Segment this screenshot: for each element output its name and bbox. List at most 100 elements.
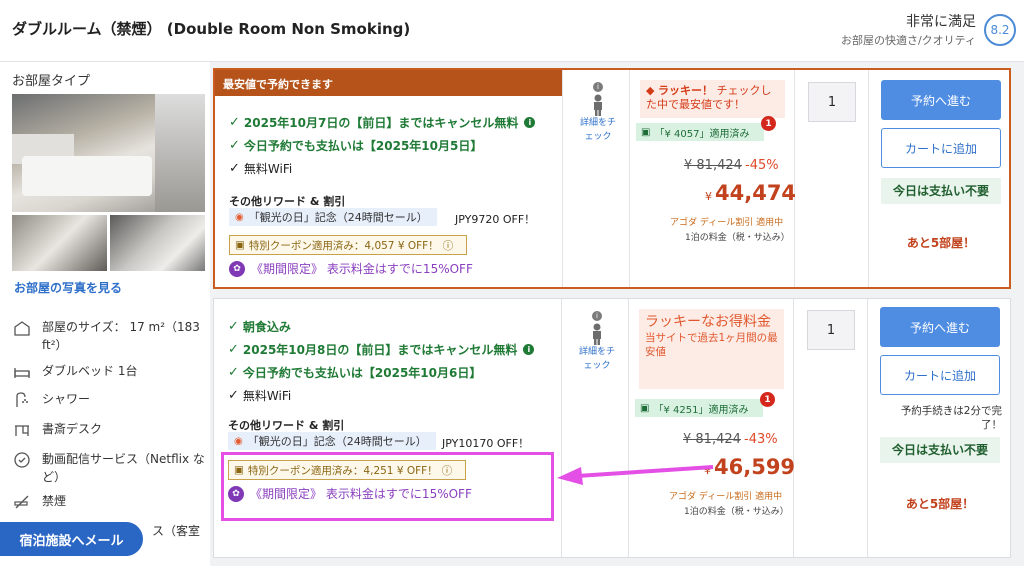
rewards-label: その他リワード & 割引 — [229, 195, 346, 208]
room-offer-page: ダブルルーム（禁煙） (Double Room Non Smoking) 非常に… — [0, 0, 1024, 566]
limited-promo: ✿ 《期間限定》 表示料金はすでに15%OFF — [229, 260, 473, 277]
info-icon: i — [593, 82, 603, 92]
occupancy-info[interactable]: i 詳細をチェック — [577, 82, 619, 144]
room-quantity-select[interactable]: 1 — [807, 310, 855, 350]
rooms-left-note: あと5部屋！ — [905, 497, 975, 511]
final-price: 44,474 — [715, 181, 797, 205]
amenity-streaming: 動画配信サービス（Netflix など） — [12, 450, 207, 486]
check-icon: ✓ — [228, 388, 239, 403]
discount-percent: -43% — [744, 432, 778, 447]
ticket-icon: ▣ — [640, 402, 650, 414]
annotation-arrow-icon — [557, 465, 714, 485]
coupon-applied-badge: ▣ 「¥ 4057」適用済み — [636, 123, 764, 141]
room-size-icon — [12, 318, 32, 338]
info-icon: i — [592, 311, 602, 321]
deal-label: アゴダ ディール割引 適用中 — [669, 492, 783, 502]
view-room-photos-link[interactable]: お部屋の写真を見る — [14, 279, 122, 296]
feature-breakfast: ✓ 朝食込み — [228, 319, 291, 334]
per-night-note: 1泊の料金（税・サ込み） — [685, 233, 790, 243]
coupon-count-badge: 1 — [760, 392, 775, 407]
info-icon[interactable]: ⓘ — [443, 238, 454, 253]
coupon-icon: ▣ — [235, 239, 245, 251]
info-icon[interactable]: ⓘ — [442, 463, 453, 478]
rating-subtitle: お部屋の快適さ/クオリティ — [840, 34, 976, 47]
currency-symbol: ¥ — [705, 190, 712, 203]
sale-icon: ◉ — [235, 211, 244, 223]
occupancy-detail-link[interactable]: 詳細をチェック — [577, 116, 619, 144]
check-icon: ✓ — [229, 138, 240, 153]
add-to-cart-button[interactable]: カートに追加 — [881, 128, 1001, 168]
person-icon — [589, 323, 605, 345]
bed-icon — [12, 362, 32, 382]
final-price: 46,599 — [714, 455, 796, 479]
no-smoking-icon — [12, 492, 32, 512]
original-price: ¥ 81,424 — [683, 432, 741, 447]
book-button[interactable]: 予約へ進む — [881, 80, 1001, 120]
feature-wifi: ✓ 無料WiFi — [228, 388, 292, 403]
per-night-note: 1泊の料金（税・サ込み） — [684, 507, 789, 517]
desk-icon — [12, 420, 32, 440]
streaming-icon — [12, 450, 32, 470]
deal-label: アゴダ ディール割引 適用中 — [670, 218, 784, 228]
occupancy-detail-link[interactable]: 詳細をチェック — [576, 345, 618, 373]
promo-icon: ✿ — [229, 260, 245, 277]
original-price: ¥ 81,424 — [684, 158, 742, 173]
room-photo-main[interactable] — [12, 94, 205, 212]
best-price-banner: 最安値で予約できます — [215, 70, 562, 96]
check-icon: ✓ — [228, 342, 239, 357]
email-property-button[interactable]: 宿泊施設へメール — [0, 522, 143, 556]
reward-tag: ◉ 「観光の日」記念（24時間セール） — [228, 432, 436, 450]
reward-tag: ◉ 「観光の日」記念（24時間セール） — [229, 208, 437, 226]
info-icon[interactable]: i — [523, 344, 535, 355]
amenity-bed: ダブルベッド 1台 — [12, 362, 207, 382]
feature-pay-later: ✓ 今日予約でも支払いは【2025年10月6日】 — [228, 365, 482, 380]
offer-card-2: ✓ 朝食込み ✓ 2025年10月8日の【前日】まではキャンセル無料 i ✓ 今… — [213, 298, 1011, 558]
add-to-cart-button[interactable]: カートに追加 — [880, 355, 1000, 395]
check-icon: ✓ — [229, 161, 240, 176]
info-icon[interactable]: i — [524, 117, 536, 128]
amenity-label: ス（客室 — [152, 524, 201, 538]
amenity-label: 禁煙 — [42, 494, 67, 508]
amenity-label: 動画配信サービス（Netflix など） — [42, 452, 205, 484]
reward-amount: JPY10170 OFF！ — [442, 437, 530, 450]
room-header: ダブルルーム（禁煙） (Double Room Non Smoking) 非常に… — [0, 0, 1024, 62]
amenity-desk: 書斎デスク — [12, 420, 207, 440]
coupon-applied-badge: ▣ 「¥ 4251」適用済み — [635, 399, 763, 417]
amenity-label: シャワー — [42, 392, 91, 406]
offer-card-1: 最安値で予約できます ✓ 2025年10月7日の【前日】まではキャンセル無料 i… — [213, 68, 1011, 289]
coupon-applied-tag: ▣ 特別クーポン適用済み：4,057 ¥ OFF！ ⓘ — [229, 235, 467, 255]
coupon-icon: ▣ — [234, 464, 244, 476]
check-icon: ✓ — [229, 115, 240, 130]
limited-promo: ✿ 《期間限定》 表示料金はすでに15%OFF — [228, 485, 472, 502]
rating-label: 非常に満足 — [906, 14, 976, 30]
promo-icon: ✿ — [228, 485, 244, 502]
sale-icon: ◉ — [234, 435, 243, 447]
amenity-label: ダブルベッド 1台 — [42, 364, 138, 378]
check-icon: ✓ — [228, 365, 239, 380]
amenity-no-smoking: 禁煙 — [12, 492, 207, 512]
room-quantity-select[interactable]: 1 — [808, 82, 856, 122]
coupon-count-badge: 1 — [761, 116, 776, 131]
book-button[interactable]: 予約へ進む — [880, 307, 1000, 347]
shower-icon — [12, 390, 32, 410]
quick-booking-note: 予約手続きは2分で完了！ — [900, 405, 1002, 431]
reward-amount: JPY9720 OFF！ — [455, 213, 536, 226]
discount-percent: -45% — [745, 158, 779, 173]
no-payment-today: 今日は支払い不要 — [880, 437, 1000, 463]
rooms-left-note: あと5部屋！ — [906, 236, 976, 250]
no-payment-today: 今日は支払い不要 — [881, 178, 1001, 204]
person-icon — [590, 94, 606, 116]
lucky-deal-box: ◆ ラッキー！ チェックした中で最安値です！ — [640, 80, 785, 118]
room-info-sidebar: お部屋タイプ お部屋の写真を見る 部屋のサイズ： 17 m²（183 ft²） … — [0, 62, 210, 566]
lucky-deal-box: ラッキーなお得料金 当サイトで過去1ヶ月間の最安値 — [639, 309, 784, 389]
amenity-room-size: 部屋のサイズ： 17 m²（183 ft²） — [12, 318, 207, 354]
amenity-label: 部屋のサイズ： 17 m²（183 ft²） — [42, 320, 200, 352]
occupancy-info[interactable]: i 詳細をチェック — [576, 311, 618, 373]
feature-wifi: ✓ 無料WiFi — [229, 161, 293, 176]
rewards-label: その他リワード & 割引 — [228, 419, 345, 432]
room-photo-thumb-2[interactable] — [110, 215, 205, 271]
feature-free-cancel: ✓ 2025年10月7日の【前日】まではキャンセル無料 i — [229, 114, 536, 131]
feature-free-cancel: ✓ 2025年10月8日の【前日】まではキャンセル無料 i — [228, 341, 535, 358]
rating-score-badge: 8.2 — [984, 14, 1016, 46]
room-photo-thumb-1[interactable] — [12, 215, 107, 271]
